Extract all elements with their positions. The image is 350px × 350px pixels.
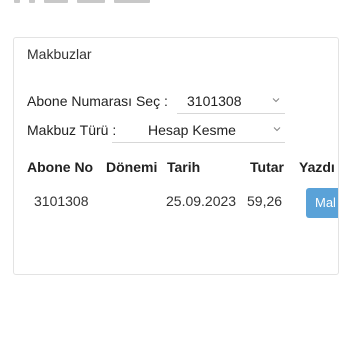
cell-tarih: 25.09.2023 [166, 193, 237, 209]
top-tab-stub[interactable] [44, 0, 68, 3]
print-receipt-button-label: Mal [315, 195, 336, 210]
cell-tutar: 59,26 [247, 193, 283, 209]
top-tab-stub[interactable] [29, 0, 35, 3]
receipt-type-label: Makbuz Türü : [27, 122, 117, 138]
subscriber-select[interactable]: 3101308 [177, 89, 285, 114]
subscriber-label: Abone Numarası Seç : [27, 93, 168, 109]
panel-title: Makbuzlar [27, 46, 92, 62]
top-tab-stub[interactable] [14, 0, 20, 3]
column-header-tarih: Tarih [167, 159, 201, 175]
top-tab-stub[interactable] [77, 0, 105, 3]
subscriber-select-value: 3101308 [187, 93, 242, 109]
receipt-type-select[interactable]: Hesap Kesme [112, 118, 285, 143]
cell-abone-no: 3101308 [34, 193, 89, 209]
column-header-yazdir: Yazdı [299, 159, 335, 175]
column-header-donemi: Dönemi [106, 159, 158, 175]
top-tab-strip [14, 0, 150, 4]
print-receipt-button[interactable]: Mal [306, 188, 338, 218]
top-tab-stub[interactable] [114, 0, 150, 3]
column-header-tutar: Tutar [250, 159, 284, 175]
column-header-abone-no: Abone No [27, 159, 94, 175]
chevron-down-icon [272, 98, 280, 103]
receipt-type-select-value: Hesap Kesme [148, 122, 236, 138]
chevron-down-icon [273, 127, 281, 132]
receipts-panel: Makbuzlar Abone Numarası Seç : 3101308 M… [13, 37, 339, 275]
